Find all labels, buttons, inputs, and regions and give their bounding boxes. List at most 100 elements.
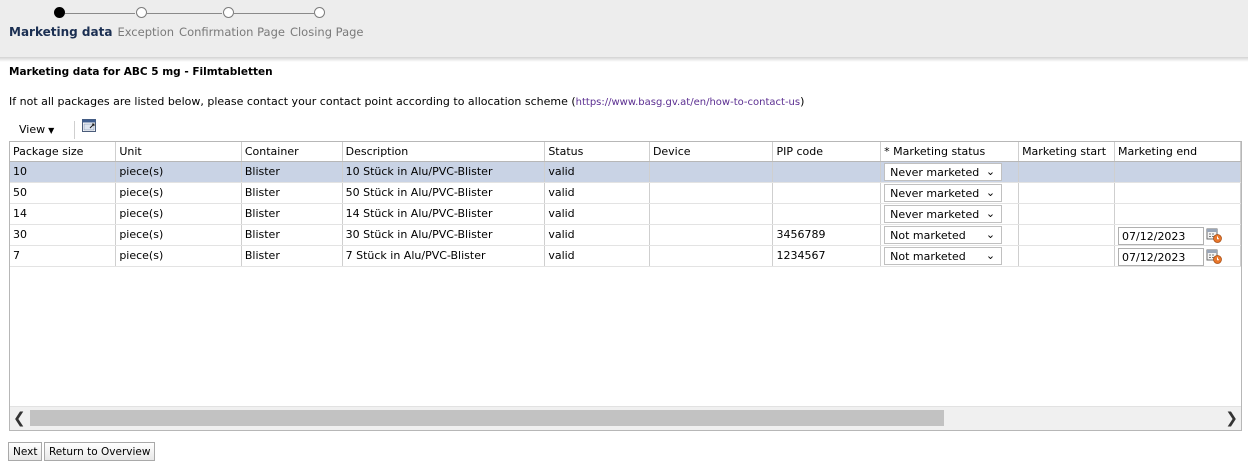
train-step-marker-confirmation[interactable]: [223, 7, 234, 18]
cell-container: Blister: [241, 182, 343, 204]
scroll-left-icon[interactable]: ❮: [13, 409, 29, 427]
cell-marketing-status: Never marketed ⌄: [880, 182, 1020, 204]
column-header-pip-code[interactable]: PIP code: [772, 142, 882, 162]
cell-unit: piece(s): [115, 224, 242, 246]
cell-marketing-status: Never marketed ⌄: [880, 161, 1020, 183]
table-row[interactable]: 10 piece(s) Blister 10 Stück in Alu/PVC-…: [10, 161, 1241, 183]
cell-marketing-start: [1018, 245, 1116, 267]
info-text-before: If not all packages are listed below, pl…: [9, 95, 576, 108]
cell-description: 30 Stück in Alu/PVC-Blister: [342, 224, 546, 246]
cell-marketing-start: [1018, 161, 1116, 183]
marketing-status-select[interactable]: Never marketed ⌄: [884, 163, 1003, 181]
cell-status: valid: [544, 182, 650, 204]
cell-device: [649, 245, 774, 267]
chevron-down-icon: ⌄: [985, 186, 996, 199]
cell-package-size: 30: [10, 224, 117, 246]
info-text-after: ): [800, 95, 805, 108]
view-menu[interactable]: View ▼: [19, 123, 54, 136]
toolbar-separator: [74, 121, 75, 139]
marketing-end-date-input[interactable]: 07/12/2023: [1118, 226, 1205, 244]
contact-link[interactable]: https://www.basg.gv.at/en/how-to-contact…: [576, 97, 800, 108]
cell-marketing-end: [1114, 203, 1241, 225]
column-header-status[interactable]: Status: [544, 142, 650, 162]
train-step-exception[interactable]: Exception: [117, 25, 174, 39]
train-step-marker-marketing-data: [54, 7, 65, 18]
cell-marketing-status: Never marketed ⌄: [880, 203, 1020, 225]
marketing-status-value: Not marketed: [890, 250, 966, 263]
cell-unit: piece(s): [115, 161, 242, 183]
cell-description: 14 Stück in Alu/PVC-Blister: [342, 203, 546, 225]
train-step-closing-page[interactable]: Closing Page: [290, 25, 364, 39]
train-step-marker-closing[interactable]: [314, 7, 325, 18]
cell-package-size: 14: [10, 203, 117, 225]
scrollbar-thumb[interactable]: [30, 410, 944, 426]
calendar-icon[interactable]: [1206, 227, 1222, 243]
train-step-confirmation-page[interactable]: Confirmation Page: [179, 25, 285, 39]
cell-container: Blister: [241, 224, 343, 246]
marketing-status-select[interactable]: Not marketed ⌄: [884, 226, 1003, 244]
return-to-overview-button[interactable]: Return to Overview: [43, 442, 156, 461]
cell-status: valid: [544, 245, 650, 267]
cell-device: [649, 224, 774, 246]
cell-marketing-end: 07/12/2023: [1114, 224, 1241, 246]
chevron-down-icon: ⌄: [985, 249, 996, 262]
column-header-unit[interactable]: Unit: [115, 142, 242, 162]
packages-grid: Package size Unit Container Description …: [10, 142, 1241, 267]
marketing-status-value: Not marketed: [890, 229, 966, 242]
cell-status: valid: [544, 161, 650, 183]
scroll-right-icon[interactable]: ❯: [1222, 409, 1238, 427]
marketing-status-select[interactable]: Never marketed ⌄: [884, 184, 1003, 202]
marketing-status-value: Never marketed: [890, 208, 980, 221]
table-row[interactable]: 50 piece(s) Blister 50 Stück in Alu/PVC-…: [10, 182, 1241, 204]
chevron-down-icon: ⌄: [985, 165, 996, 178]
calendar-icon[interactable]: [1206, 248, 1222, 264]
column-header-description[interactable]: Description: [342, 142, 546, 162]
column-header-device[interactable]: Device: [649, 142, 774, 162]
column-header-marketing-start[interactable]: Marketing start: [1018, 142, 1116, 162]
view-menu-label: View: [19, 123, 46, 136]
train-connector: [234, 13, 314, 14]
column-header-container[interactable]: Container: [241, 142, 343, 162]
horizontal-scrollbar[interactable]: ❮ ❯: [10, 406, 1241, 430]
packages-table: Package size Unit Container Description …: [9, 141, 1242, 431]
cell-marketing-status: Not marketed ⌄: [880, 245, 1020, 267]
detach-table-icon[interactable]: [82, 119, 96, 132]
cell-device: [649, 203, 774, 225]
cell-status: valid: [544, 203, 650, 225]
cell-status: valid: [544, 224, 650, 246]
cell-package-size: 50: [10, 182, 117, 204]
column-header-marketing-end[interactable]: Marketing end: [1114, 142, 1241, 162]
marketing-status-value: Never marketed: [890, 187, 980, 200]
caret-down-icon: ▼: [48, 126, 55, 135]
train-connector: [65, 13, 135, 14]
cell-marketing-end: [1114, 161, 1241, 183]
cell-unit: piece(s): [115, 245, 242, 267]
marketing-status-select[interactable]: Not marketed ⌄: [884, 247, 1003, 265]
cell-marketing-start: [1018, 182, 1116, 204]
cell-marketing-end: [1114, 182, 1241, 204]
marketing-end-date-input[interactable]: 07/12/2023: [1118, 247, 1205, 265]
cell-description: 7 Stück in Alu/PVC-Blister: [342, 245, 546, 267]
train-step-marker-exception[interactable]: [136, 7, 147, 18]
train-shadow: [0, 57, 1248, 62]
cell-marketing-end: 07/12/2023: [1114, 245, 1241, 267]
table-row[interactable]: 14 piece(s) Blister 14 Stück in Alu/PVC-…: [10, 203, 1241, 225]
cell-marketing-start: [1018, 203, 1116, 225]
cell-pip-code: [772, 161, 882, 183]
cell-marketing-status: Not marketed ⌄: [880, 224, 1020, 246]
cell-unit: piece(s): [115, 203, 242, 225]
table-row[interactable]: 7 piece(s) Blister 7 Stück in Alu/PVC-Bl…: [10, 245, 1241, 267]
cell-container: Blister: [241, 245, 343, 267]
marketing-status-select[interactable]: Never marketed ⌄: [884, 205, 1003, 223]
next-button[interactable]: Next: [8, 442, 43, 461]
info-text: If not all packages are listed below, pl…: [9, 95, 804, 108]
cell-description: 10 Stück in Alu/PVC-Blister: [342, 161, 546, 183]
cell-pip-code: 1234567: [772, 245, 882, 267]
table-row[interactable]: 30 piece(s) Blister 30 Stück in Alu/PVC-…: [10, 224, 1241, 246]
cell-package-size: 10: [10, 161, 117, 183]
cell-description: 50 Stück in Alu/PVC-Blister: [342, 182, 546, 204]
column-header-marketing-status[interactable]: * Marketing status: [880, 142, 1020, 162]
cell-pip-code: 3456789: [772, 224, 882, 246]
column-header-package-size[interactable]: Package size: [10, 142, 117, 162]
train-connector: [147, 13, 222, 14]
